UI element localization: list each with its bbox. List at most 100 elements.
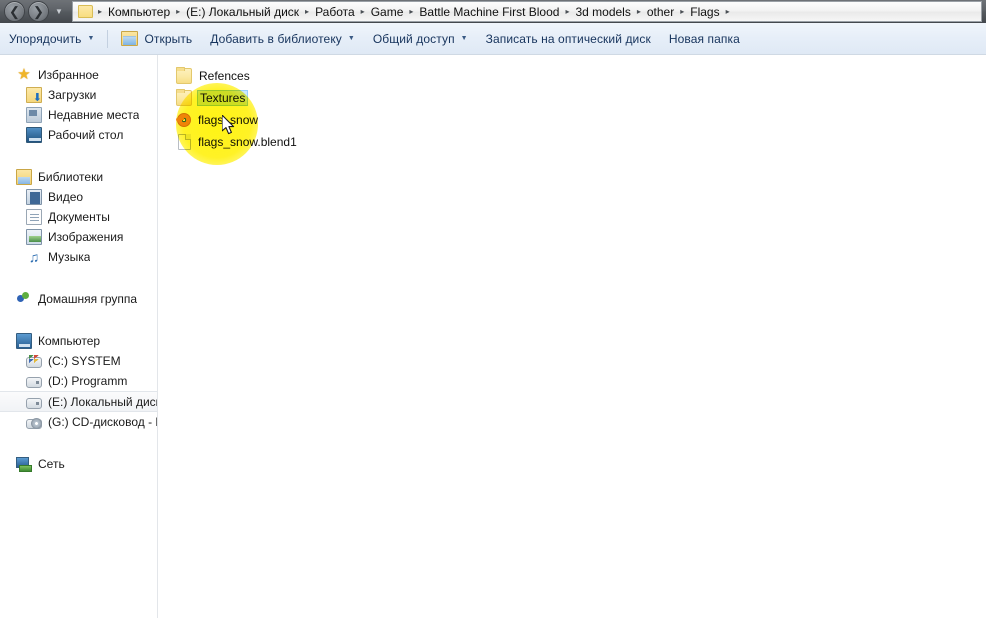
documents-icon [26, 209, 42, 225]
breadcrumb-separator[interactable]: ▸ [358, 7, 368, 16]
sidebar-item-pictures[interactable]: Изображения [0, 227, 157, 247]
generic-file-icon [178, 134, 191, 150]
blender-file-icon [177, 113, 191, 127]
open-label: Открыть [144, 31, 193, 46]
file-name: flags_snow [198, 113, 259, 127]
star-icon: ★ [17, 66, 31, 83]
file-list: Refences Textures flags_snow flags_snow.… [176, 65, 576, 153]
file-name: Textures [197, 90, 249, 106]
pictures-icon [26, 229, 42, 245]
downloads-icon [26, 87, 42, 104]
sidebar-item-video[interactable]: Видео [0, 187, 157, 207]
content-area: ★ Избранное Загрузки Недавние места Рабо… [0, 55, 986, 618]
sidebar-item-drive-g[interactable]: (G:) CD-дисковод - D [0, 412, 157, 432]
sidebar-item-label: Библиотеки [38, 170, 104, 184]
chevron-down-icon[interactable]: ▼ [51, 1, 67, 22]
breadcrumb-item-4[interactable]: Battle Machine First Blood [416, 4, 562, 20]
computer-icon [16, 333, 32, 349]
folder-icon [176, 89, 192, 106]
breadcrumb-item-1[interactable]: (E:) Локальный диск [183, 4, 302, 20]
music-icon: ♫ [28, 249, 40, 265]
sidebar-item-label: Изображения [48, 230, 124, 244]
breadcrumb-item-3[interactable]: Game [368, 4, 407, 20]
breadcrumb-separator[interactable]: ▸ [95, 7, 105, 16]
sidebar-item-computer[interactable]: Компьютер [0, 331, 157, 351]
sidebar-item-network[interactable]: Сеть [0, 454, 157, 474]
sidebar-item-label: Документы [48, 210, 110, 224]
breadcrumb-separator[interactable]: ▸ [173, 7, 183, 16]
breadcrumb-item-2[interactable]: Работа [312, 4, 358, 20]
sidebar-item-recent-places[interactable]: Недавние места [0, 105, 157, 125]
libraries-icon [16, 169, 32, 185]
nav-group-homegroup: Домашняя группа [0, 289, 157, 309]
organize-label: Упорядочить [9, 31, 82, 46]
chevron-down-icon: ▼ [87, 35, 95, 42]
sidebar-item-label: (C:) SYSTEM [48, 354, 121, 368]
toolbar: Упорядочить ▼ Открыть Добавить в библиот… [0, 23, 986, 55]
address-bar: ❮ ❯ ▼ ▸ Компьютер ▸ (E:) Локальный диск … [0, 0, 986, 23]
sidebar-item-label: Компьютер [38, 334, 101, 348]
breadcrumb-item-0[interactable]: Компьютер [105, 4, 173, 20]
sidebar-item-label: (E:) Локальный диск [48, 394, 157, 409]
breadcrumb-item-7[interactable]: Flags [687, 4, 722, 20]
sidebar-item-label: Рабочий стол [48, 128, 124, 142]
new-folder-button[interactable]: Новая папка [660, 27, 749, 51]
breadcrumb-item-5[interactable]: 3d models [572, 4, 633, 20]
file-name: Refences [199, 69, 250, 83]
new-folder-label: Новая папка [668, 31, 740, 46]
add-to-library-button[interactable]: Добавить в библиотеку ▼ [201, 27, 364, 51]
nav-group-libraries: Библиотеки Видео Документы Изображения ♫… [0, 167, 157, 267]
open-button[interactable]: Открыть [112, 27, 201, 51]
toolbar-separator [107, 29, 109, 48]
forward-arrow-icon[interactable]: ❯ [28, 1, 49, 22]
list-item[interactable]: flags_snow [176, 109, 576, 131]
breadcrumb-folder-icon [78, 5, 93, 18]
organize-button[interactable]: Упорядочить ▼ [0, 27, 103, 51]
breadcrumb-separator[interactable]: ▸ [302, 7, 312, 16]
open-folder-icon [121, 31, 139, 46]
sidebar-item-documents[interactable]: Документы [0, 207, 157, 227]
chevron-down-icon: ▼ [347, 35, 355, 42]
explorer-window: ❮ ❯ ▼ ▸ Компьютер ▸ (E:) Локальный диск … [0, 0, 986, 618]
sidebar-item-label: Недавние места [48, 108, 140, 122]
breadcrumb-item-6[interactable]: other [644, 4, 677, 20]
back-arrow-icon[interactable]: ❮ [4, 1, 25, 22]
sidebar-item-label: Видео [48, 190, 84, 204]
burn-label: Записать на оптический диск [485, 31, 651, 46]
video-icon [26, 189, 42, 205]
sidebar-item-libraries[interactable]: Библиотеки [0, 167, 157, 187]
share-button[interactable]: Общий доступ ▼ [364, 27, 477, 51]
breadcrumb-separator[interactable]: ▸ [406, 7, 416, 16]
file-list-pane[interactable]: Refences Textures flags_snow flags_snow.… [158, 55, 986, 618]
cd-drive-icon [26, 418, 42, 429]
burn-to-disc-button[interactable]: Записать на оптический диск [477, 27, 660, 51]
sidebar-item-label: Музыка [48, 250, 91, 264]
sidebar-item-drive-e[interactable]: (E:) Локальный диск [0, 391, 157, 412]
breadcrumb-separator[interactable]: ▸ [723, 7, 733, 16]
sidebar-item-downloads[interactable]: Загрузки [0, 85, 157, 105]
sidebar-item-desktop[interactable]: Рабочий стол [0, 125, 157, 145]
nav-group-favorites: ★ Избранное Загрузки Недавние места Рабо… [0, 65, 157, 145]
folder-icon [176, 67, 192, 84]
sidebar-item-music[interactable]: ♫ Музыка [0, 247, 157, 267]
breadcrumb[interactable]: ▸ Компьютер ▸ (E:) Локальный диск ▸ Рабо… [72, 1, 982, 22]
sidebar-item-favorites[interactable]: ★ Избранное [0, 65, 157, 85]
list-item[interactable]: Refences [176, 65, 576, 87]
sidebar-item-homegroup[interactable]: Домашняя группа [0, 289, 157, 309]
navigation-pane[interactable]: ★ Избранное Загрузки Недавние места Рабо… [0, 55, 157, 618]
drive-icon [26, 377, 42, 388]
list-item[interactable]: Textures [176, 87, 251, 109]
homegroup-icon [16, 291, 32, 307]
sidebar-item-label: Загрузки [48, 88, 97, 102]
sidebar-item-drive-d[interactable]: (D:) Programm [0, 371, 157, 391]
drive-icon [26, 397, 42, 409]
sidebar-item-label: Домашняя группа [38, 292, 138, 306]
nav-group-network: Сеть [0, 454, 157, 474]
list-item[interactable]: flags_snow.blend1 [176, 131, 576, 153]
breadcrumb-separator[interactable]: ▸ [677, 7, 687, 16]
desktop-icon [26, 127, 42, 143]
sidebar-item-drive-c[interactable]: (C:) SYSTEM [0, 351, 157, 371]
nav-group-computer: Компьютер (C:) SYSTEM (D:) Programm (E:)… [0, 331, 157, 432]
breadcrumb-separator[interactable]: ▸ [634, 7, 644, 16]
breadcrumb-separator[interactable]: ▸ [562, 7, 572, 16]
